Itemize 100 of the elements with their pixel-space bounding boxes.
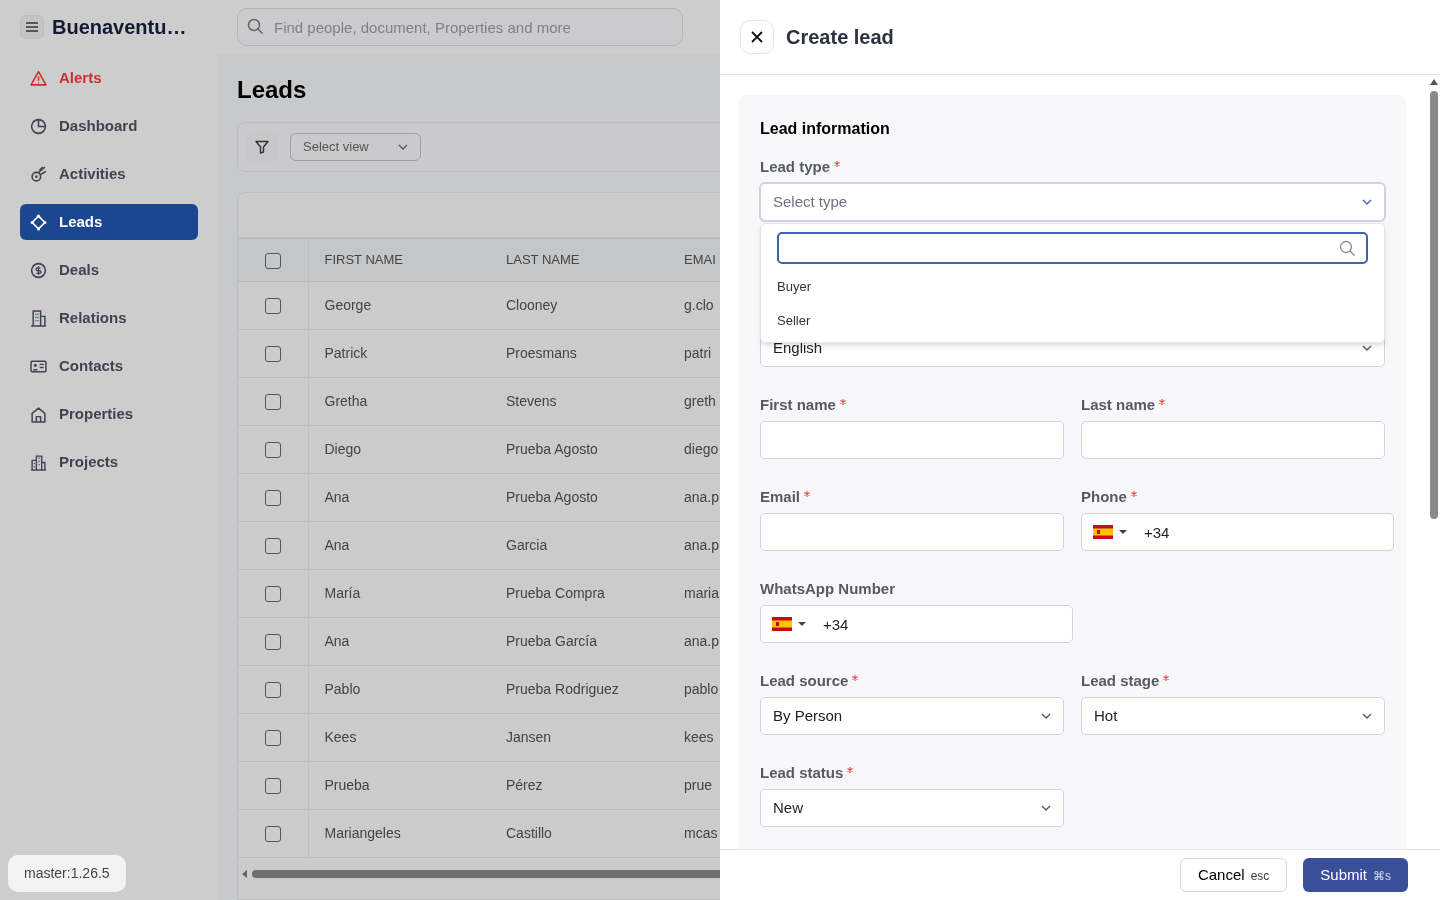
table-cell: Gretha	[324, 392, 368, 409]
table-cell: ana.p	[684, 632, 720, 649]
table-cell: Garcia	[506, 536, 548, 553]
table-cell: Prueba Agosto	[506, 440, 598, 457]
chevron-down-icon	[398, 144, 408, 150]
checkbox[interactable]	[264, 777, 281, 794]
column-header: FIRST NAME	[324, 252, 403, 267]
table-cell: Ana	[324, 632, 350, 649]
app-title: Buenaventu…	[52, 15, 187, 40]
cancel-button[interactable]: Cancel esc	[1179, 858, 1288, 892]
table-cell: Clooney	[506, 296, 558, 313]
checkbox[interactable]	[264, 681, 281, 698]
phone-field[interactable]: +34	[1081, 513, 1394, 551]
checkbox[interactable]	[264, 585, 281, 602]
checkbox[interactable]	[264, 345, 281, 362]
menu-button[interactable]	[20, 15, 44, 39]
checkbox[interactable]	[264, 297, 281, 314]
table-cell: Prueba Agosto	[506, 488, 598, 505]
checkbox[interactable]	[264, 489, 281, 506]
dropdown-search-field[interactable]	[777, 232, 1368, 264]
checkbox[interactable]	[264, 825, 281, 842]
warning-icon	[30, 69, 47, 87]
country-code-select[interactable]	[1093, 525, 1127, 539]
caret-icon	[1119, 530, 1127, 534]
table-cell: Patrick	[324, 344, 368, 361]
pie-chart-icon	[30, 117, 47, 135]
table-cell: Pablo	[324, 680, 361, 697]
sidebar-item[interactable]: Activities	[20, 156, 198, 192]
view-select[interactable]: Select view	[290, 133, 421, 161]
vertical-scrollbar-thumb[interactable]	[1430, 91, 1438, 519]
sidebar-item[interactable]: Deals	[20, 252, 198, 288]
buildings-icon	[30, 453, 47, 471]
country-code-select[interactable]	[772, 617, 806, 631]
rocket-icon	[30, 165, 47, 183]
select-field[interactable]: Select type	[760, 183, 1385, 221]
search-field[interactable]: Find people, document, Properties and more	[237, 8, 683, 46]
field-label: Lead type	[760, 157, 831, 177]
scroll-up-icon[interactable]	[1430, 79, 1438, 85]
field-label: Lead stage	[1081, 671, 1160, 691]
table-cell: patri	[684, 344, 712, 361]
sidebar-item[interactable]: Leads	[20, 204, 198, 240]
table-cell: pablo	[684, 680, 719, 697]
version-badge: master:1.26.5	[8, 855, 126, 892]
submit-button[interactable]: Submit ⌘s	[1303, 858, 1408, 892]
text-field[interactable]	[760, 421, 1064, 459]
field-label: Lead status	[760, 763, 844, 783]
column-header: EMAI	[684, 252, 716, 267]
scroll-left-icon[interactable]	[242, 870, 248, 878]
dropdown-option[interactable]: Buyer	[777, 270, 1368, 304]
diamond-icon	[30, 213, 47, 231]
checkbox[interactable]	[264, 393, 281, 410]
field-label: Last name	[1081, 395, 1156, 415]
checkbox[interactable]	[264, 537, 281, 554]
text-field[interactable]	[760, 513, 1064, 551]
select-field[interactable]: Hot	[1081, 697, 1385, 735]
chevron-down-icon	[1362, 199, 1372, 205]
table-cell: Ana	[324, 536, 350, 553]
table-cell: diego	[684, 440, 719, 457]
field-label: Lead source	[760, 671, 849, 691]
checkbox[interactable]	[264, 441, 281, 458]
table-cell: kees	[684, 728, 714, 745]
sidebar-item[interactable]: Dashboard	[20, 108, 198, 144]
sidebar-item[interactable]: Relations	[20, 300, 198, 336]
table-cell: George	[324, 296, 372, 313]
field-label: Phone	[1081, 487, 1127, 507]
close-button[interactable]	[740, 20, 774, 54]
table-cell: prue	[684, 776, 713, 793]
table-cell: Prueba	[324, 776, 370, 793]
text-field[interactable]	[1081, 421, 1385, 459]
flag-icon	[1093, 525, 1113, 539]
sidebar-item[interactable]: Projects	[20, 444, 198, 480]
field-label: WhatsApp Number	[760, 579, 895, 599]
checkbox[interactable]	[264, 729, 281, 746]
table-cell: Jansen	[506, 728, 552, 745]
section-title: Lead information	[760, 119, 891, 139]
select-field[interactable]: By Person	[760, 697, 1064, 735]
menu-icon	[25, 21, 39, 33]
table-cell: ana.p	[684, 536, 720, 553]
chevron-down-icon	[1362, 345, 1372, 351]
table-cell: Mariangeles	[324, 824, 401, 841]
table-cell: Prueba Compra	[506, 584, 605, 601]
flag-icon	[772, 617, 792, 631]
chevron-down-icon	[1362, 713, 1372, 719]
caret-icon	[798, 622, 806, 626]
field-label: First name	[760, 395, 836, 415]
table-cell: Diego	[324, 440, 362, 457]
page-title: Leads	[237, 75, 308, 105]
drawer-title: Create lead	[786, 25, 894, 50]
filter-icon	[255, 140, 269, 154]
checkbox[interactable]	[264, 633, 281, 650]
checkbox[interactable]	[264, 252, 281, 269]
select-field[interactable]: New	[760, 789, 1064, 827]
table-cell: Proesmans	[506, 344, 577, 361]
phone-field[interactable]: +34	[760, 605, 1073, 643]
house-icon	[30, 405, 47, 423]
table-cell: Castillo	[506, 824, 552, 841]
sidebar-item[interactable]: Properties	[20, 396, 198, 432]
table-cell: ana.p	[684, 488, 720, 505]
sidebar-item[interactable]: Contacts	[20, 348, 198, 384]
search-icon	[1339, 239, 1356, 257]
